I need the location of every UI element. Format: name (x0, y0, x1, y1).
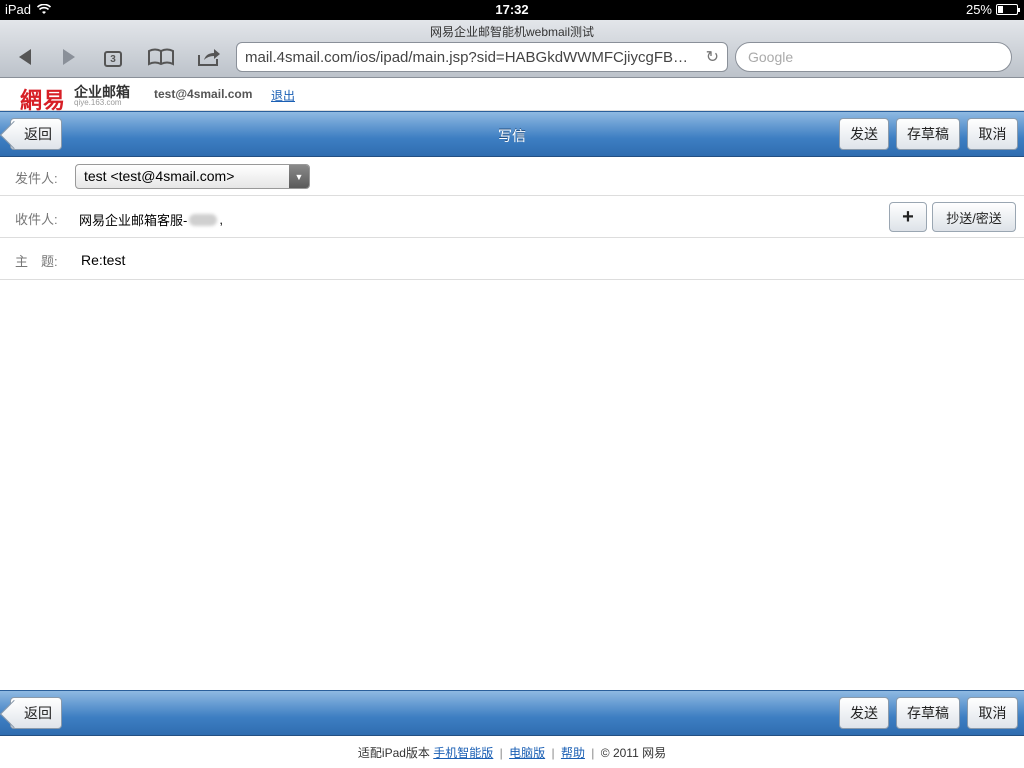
recipient-separator: , (219, 212, 223, 227)
cancel-button-bottom[interactable]: 取消 (967, 697, 1018, 729)
back-button-bottom[interactable]: 返回 (10, 697, 62, 729)
footer-separator: | (551, 746, 555, 760)
to-row: 收件人: 网易企业邮箱客服- , + 抄送/密送 (0, 196, 1024, 238)
send-button-bottom[interactable]: 发送 (839, 697, 889, 729)
compose-toolbar-top: 返回 写信 发送 存草稿 取消 (0, 111, 1024, 157)
redacted-text (189, 213, 218, 226)
book-icon (148, 48, 174, 66)
browser-forward-button[interactable] (54, 44, 84, 70)
cc-bcc-button[interactable]: 抄送/密送 (932, 202, 1016, 232)
battery-fill (998, 6, 1003, 13)
footer-separator: | (499, 746, 503, 760)
send-button[interactable]: 发送 (839, 118, 889, 150)
logout-link[interactable]: 退出 (271, 87, 295, 104)
from-select[interactable]: test <test@4smail.com> ▼ (75, 164, 310, 189)
reload-icon[interactable]: ↻ (706, 47, 719, 67)
browser-page-title: 网易企业邮智能机webmail测试 (429, 25, 595, 39)
recipient-name: 网易企业邮箱客服- (79, 213, 188, 228)
search-input[interactable]: Google (735, 42, 1012, 72)
copyright: © 2011 网易 (600, 746, 667, 760)
add-recipient-button[interactable]: + (889, 202, 927, 232)
mobile-version-link[interactable]: 手机智能版 (433, 746, 493, 760)
tab-count: 3 (110, 53, 116, 65)
tabs-icon: 3 (104, 51, 122, 67)
subject-row: 主 题: Re:test (0, 238, 1024, 280)
status-bar: iPad 17:32 25% (0, 0, 1024, 20)
footer-separator: | (591, 746, 595, 760)
forward-arrow-icon (63, 49, 75, 65)
save-draft-button[interactable]: 存草稿 (896, 118, 960, 150)
recipient-field[interactable]: 网易企业邮箱客服- , (79, 210, 223, 229)
battery-indicator: 25% (965, 2, 1020, 17)
logo-domain: qiye.163.com (74, 98, 122, 107)
help-link[interactable]: 帮助 (561, 746, 585, 760)
subject-label: 主 题: (15, 254, 58, 269)
save-draft-button-bottom[interactable]: 存草稿 (896, 697, 960, 729)
footer: 适配iPad版本 手机智能版 | 电脑版 | 帮助 | © 2011 网易 (0, 737, 1024, 768)
battery-percent: 25% (965, 2, 992, 17)
browser-toolbar: 网易企业邮智能机webmail测试 3 mail.4smail.com/ios/… (0, 20, 1024, 78)
footer-version: 适配iPad版本 (357, 746, 430, 760)
desktop-version-link[interactable]: 电脑版 (509, 746, 545, 760)
dropdown-arrow-icon: ▼ (289, 165, 309, 188)
browser-tabs-button[interactable]: 3 (98, 44, 128, 70)
subject-input[interactable]: Re:test (81, 252, 125, 268)
browser-back-button[interactable] (10, 44, 40, 70)
user-email: test@4smail.com (154, 87, 253, 101)
compose-toolbar-bottom: 返回 发送 存草稿 取消 (0, 690, 1024, 736)
browser-bookmarks-button[interactable] (146, 44, 176, 70)
cancel-button[interactable]: 取消 (967, 118, 1018, 150)
clock: 17:32 (495, 2, 529, 17)
back-arrow-icon (19, 49, 31, 65)
url-text: mail.4smail.com/ios/ipad/main.jsp?sid=HA… (245, 49, 703, 66)
from-label: 发件人: (15, 171, 58, 186)
to-label: 收件人: (15, 212, 58, 227)
battery-icon (996, 4, 1020, 15)
browser-share-button[interactable] (194, 44, 224, 70)
back-label-bottom: 返回 (24, 705, 52, 721)
from-value: test <test@4smail.com> (84, 168, 235, 184)
site-header: 網易 企业邮箱 qiye.163.com test@4smail.com 退出 (0, 79, 1024, 113)
share-icon (198, 49, 220, 66)
url-input[interactable]: mail.4smail.com/ios/ipad/main.jsp?sid=HA… (236, 42, 728, 72)
from-row: 发件人: test <test@4smail.com> ▼ (0, 156, 1024, 196)
